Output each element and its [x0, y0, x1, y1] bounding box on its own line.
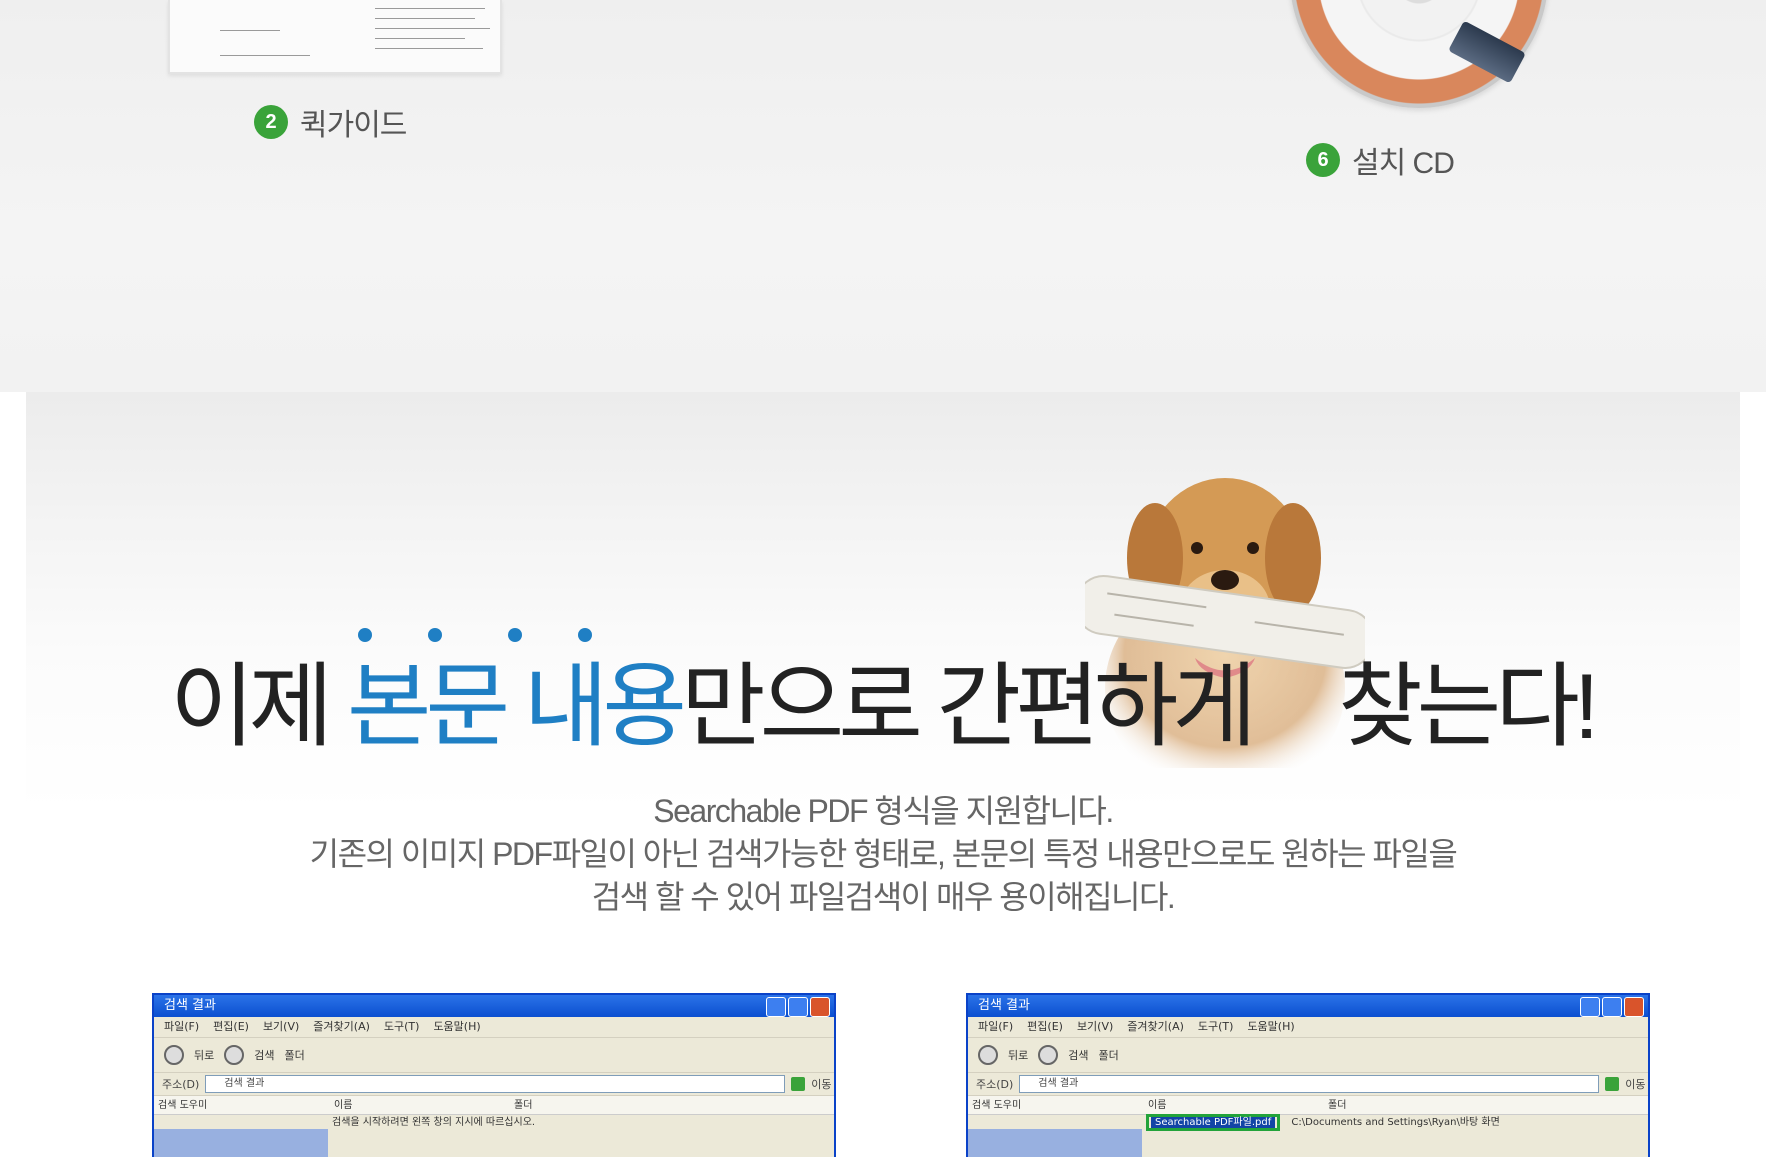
emphasis-dot: [358, 628, 372, 642]
caption-label: 퀵가이드: [300, 109, 407, 142]
go-icon[interactable]: [791, 1077, 806, 1091]
headline-pre: 이제: [170, 656, 347, 758]
headline: 이제 본문 내용만으로 간편하게: [170, 652, 1257, 762]
go-label[interactable]: 이동: [811, 1076, 831, 1092]
go-icon[interactable]: [1605, 1077, 1620, 1091]
scanner-illustration: [1448, 20, 1526, 84]
result-folder: C:\Documents and Settings\Ryan\바탕 화면: [1291, 1117, 1500, 1128]
emphasis-dot: [428, 628, 442, 642]
menu-file[interactable]: 파일(F): [978, 1017, 1013, 1037]
window-title: 검색 결과: [164, 998, 216, 1013]
highlight-box: Searchable PDF파일.pdf: [1146, 1114, 1281, 1131]
column-name[interactable]: 이름: [334, 1096, 514, 1114]
column-name[interactable]: 이름: [1148, 1096, 1328, 1114]
headline-highlight: 본문 내용: [346, 656, 687, 758]
menu-bar: 파일(F) 편집(E) 보기(V) 즐겨찾기(A) 도구(T) 도움말(H): [968, 1017, 1648, 1038]
number-badge: 2: [254, 105, 288, 139]
back-label[interactable]: 뒤로: [194, 1047, 214, 1063]
result-text: 검색을 시작하려면 왼쪽 창의 지시에 따르십시오.: [332, 1117, 536, 1128]
folders-label[interactable]: 폴더: [285, 1047, 305, 1063]
install-cd-caption: 6 설치 CD: [1306, 138, 1455, 182]
address-input[interactable]: 검색 결과: [1019, 1075, 1600, 1093]
menu-file[interactable]: 파일(F): [164, 1017, 199, 1037]
back-icon[interactable]: [978, 1045, 998, 1065]
minimize-button[interactable]: [1580, 997, 1600, 1017]
menu-favorites[interactable]: 즐겨찾기(A): [1127, 1017, 1184, 1037]
quick-guide-caption: 2 퀵가이드: [254, 100, 407, 144]
search-companion-pane: [968, 1129, 1142, 1157]
menu-edit[interactable]: 편집(E): [1027, 1017, 1063, 1037]
address-input[interactable]: 검색 결과: [205, 1075, 786, 1093]
maximize-button[interactable]: [788, 997, 808, 1017]
search-companion-pane: [154, 1129, 328, 1157]
back-icon[interactable]: [164, 1045, 184, 1065]
address-bar: 주소(D) 검색 결과 이동: [154, 1073, 834, 1096]
column-search-companion: 검색 도우미: [972, 1100, 1022, 1111]
search-window-after: 검색 결과 파일(F) 편집(E) 보기(V) 즐겨찾기(A) 도구(T) 도움…: [966, 993, 1650, 1157]
address-label: 주소(D): [162, 1078, 200, 1091]
description-line-1: Searchable PDF 형식을 지원합니다.: [653, 793, 1114, 829]
back-label[interactable]: 뒤로: [1008, 1047, 1028, 1063]
result-row[interactable]: Searchable PDF파일.pdf C:\Documents and Se…: [1146, 1113, 1500, 1131]
close-button[interactable]: [1624, 997, 1644, 1017]
menu-tools[interactable]: 도구(T): [1198, 1017, 1234, 1037]
folders-label[interactable]: 폴더: [1099, 1047, 1119, 1063]
description-line-2: 기존의 이미지 PDF파일이 아닌 검색가능한 형태로, 본문의 특정 내용만으…: [309, 836, 1458, 872]
close-button[interactable]: [810, 997, 830, 1017]
column-folder[interactable]: 폴더: [514, 1096, 532, 1114]
window-title: 검색 결과: [978, 998, 1030, 1013]
maximize-button[interactable]: [1602, 997, 1622, 1017]
top-band: 2 퀵가이드 6 설치 CD: [0, 0, 1766, 392]
emphasis-dot: [578, 628, 592, 642]
forward-icon[interactable]: [224, 1045, 245, 1065]
toolbar: 뒤로 검색 폴더: [154, 1038, 834, 1073]
menu-tools[interactable]: 도구(T): [384, 1017, 420, 1037]
menu-view[interactable]: 보기(V): [263, 1017, 299, 1037]
search-label[interactable]: 검색: [1068, 1047, 1088, 1063]
emphasis-dot: [508, 628, 522, 642]
install-cd-image: [1290, 0, 1548, 108]
quick-guide-image: [168, 0, 502, 74]
toolbar: 뒤로 검색 폴더: [968, 1038, 1648, 1073]
number-badge: 6: [1306, 143, 1340, 177]
search-window-before: 검색 결과 파일(F) 편집(E) 보기(V) 즐겨찾기(A) 도구(T) 도움…: [152, 993, 836, 1157]
headline-post: 만으로 간편하게: [680, 656, 1257, 758]
menu-favorites[interactable]: 즐겨찾기(A): [313, 1017, 370, 1037]
menu-bar: 파일(F) 편집(E) 보기(V) 즐겨찾기(A) 도구(T) 도움말(H): [154, 1017, 834, 1038]
window-titlebar: 검색 결과: [154, 995, 834, 1017]
address-bar: 주소(D) 검색 결과 이동: [968, 1073, 1648, 1096]
menu-help[interactable]: 도움말(H): [1247, 1017, 1294, 1037]
description-line-3: 검색 할 수 있어 파일검색이 매우 용이해집니다.: [591, 879, 1176, 915]
headline-end: 찾는다!: [1338, 656, 1599, 758]
go-label[interactable]: 이동: [1625, 1076, 1645, 1092]
column-search-companion: 검색 도우미: [158, 1100, 208, 1111]
window-titlebar: 검색 결과: [968, 995, 1648, 1017]
search-label[interactable]: 검색: [254, 1047, 274, 1063]
column-folder[interactable]: 폴더: [1328, 1096, 1346, 1114]
menu-help[interactable]: 도움말(H): [433, 1017, 480, 1037]
menu-view[interactable]: 보기(V): [1077, 1017, 1113, 1037]
address-label: 주소(D): [976, 1078, 1014, 1091]
result-filename[interactable]: Searchable PDF파일.pdf: [1151, 1117, 1276, 1128]
menu-edit[interactable]: 편집(E): [213, 1017, 249, 1037]
caption-label: 설치 CD: [1352, 147, 1455, 180]
minimize-button[interactable]: [766, 997, 786, 1017]
forward-icon[interactable]: [1038, 1045, 1059, 1065]
